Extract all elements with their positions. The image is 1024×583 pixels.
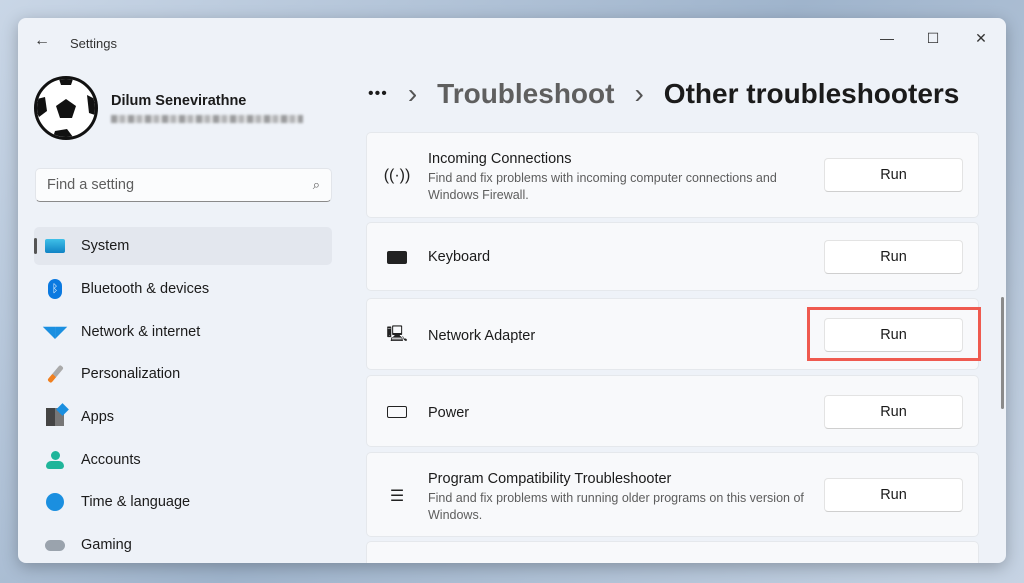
sidebar-item-label: Gaming [81,537,132,553]
sidebar-item-apps[interactable]: Apps [34,398,332,436]
sidebar-item-gaming[interactable]: Gaming [34,526,332,563]
run-button[interactable]: Run [824,158,963,192]
sidebar-item-label: Apps [81,409,115,425]
user-email-redacted [111,115,303,123]
sidebar-item-personalization[interactable]: Personalization [34,355,332,393]
troubleshooter-description: Find and fix problems with incoming comp… [428,171,777,202]
run-button[interactable]: Run [824,478,963,512]
sidebar-item-label: System [81,238,130,254]
globe-clock-icon [44,492,66,512]
run-button[interactable]: Run [824,240,963,274]
monitor-icon [44,236,66,256]
back-arrow-icon[interactable]: ← [34,32,50,50]
antenna-icon: ((·)) [383,167,411,184]
run-button[interactable]: Run [824,395,963,429]
sidebar-item-network[interactable]: ◥◤ Network & internet [34,313,332,351]
search-placeholder: Find a setting [47,177,135,193]
troubleshooter-power: Power Run [366,375,979,447]
wifi-icon: ◥◤ [42,324,68,341]
breadcrumb: ••• › Troubleshoot › Other troubleshoote… [368,78,959,110]
avatar[interactable] [34,76,98,140]
troubleshooter-next [366,541,979,563]
sidebar-item-bluetooth[interactable]: ᛒ Bluetooth & devices [34,270,332,308]
paintbrush-icon [44,364,66,384]
page-title: Other troubleshooters [663,78,960,109]
troubleshooter-description: Find and fix problems with running older… [428,491,804,522]
user-name: Dilum Senevirathne [111,93,247,109]
breadcrumb-troubleshoot[interactable]: Troubleshoot [437,78,614,110]
network-adapter-icon: 🖳 [386,325,408,343]
troubleshooter-incoming-connections: ((·)) Incoming Connections Find and fix … [366,132,979,218]
gamepad-icon [44,535,66,555]
sidebar-item-label: Time & language [81,494,191,510]
bluetooth-icon: ᛒ [44,279,66,299]
highlight-box [807,307,981,361]
list-icon: ☰ [389,488,405,505]
soccer-ball-icon [37,79,95,137]
minimize-button[interactable]: — [864,24,910,52]
sidebar-item-system[interactable]: System [34,227,332,265]
sidebar-item-time-language[interactable]: Time & language [34,483,332,521]
keyboard-icon [385,245,409,269]
sidebar-item-label: Bluetooth & devices [81,281,210,297]
maximize-button[interactable]: ☐ [910,24,956,52]
search-input[interactable]: Find a setting ⌕ [35,168,332,202]
window-title: Settings [70,36,117,51]
troubleshooter-program-compatibility: ☰ Program Compatibility Troubleshooter F… [366,452,979,537]
battery-icon [385,400,409,424]
person-icon [44,450,66,470]
troubleshooter-title: Network Adapter [428,328,536,344]
search-icon: ⌕ [312,177,320,192]
scrollbar[interactable] [1001,297,1004,409]
breadcrumb-separator: › [407,78,418,109]
troubleshooter-title: Incoming Connections [428,151,572,167]
troubleshooter-title: Keyboard [428,249,491,265]
sidebar-item-accounts[interactable]: Accounts [34,441,332,479]
sidebar-item-label: Accounts [81,452,141,468]
troubleshooter-title: Power [428,405,470,421]
breadcrumb-separator: › [634,78,644,109]
sidebar-item-label: Network & internet [81,324,201,340]
troubleshooter-keyboard: Keyboard Run [366,222,979,291]
troubleshooter-title: Program Compatibility Troubleshooter [428,471,672,487]
close-button[interactable]: ✕ [958,24,1004,52]
settings-window: ← Settings — ☐ ✕ Dilum Senevirathne Find… [18,18,1006,563]
sidebar-item-label: Personalization [81,366,181,382]
apps-icon [44,403,69,427]
breadcrumb-more-button[interactable]: ••• [368,85,388,103]
